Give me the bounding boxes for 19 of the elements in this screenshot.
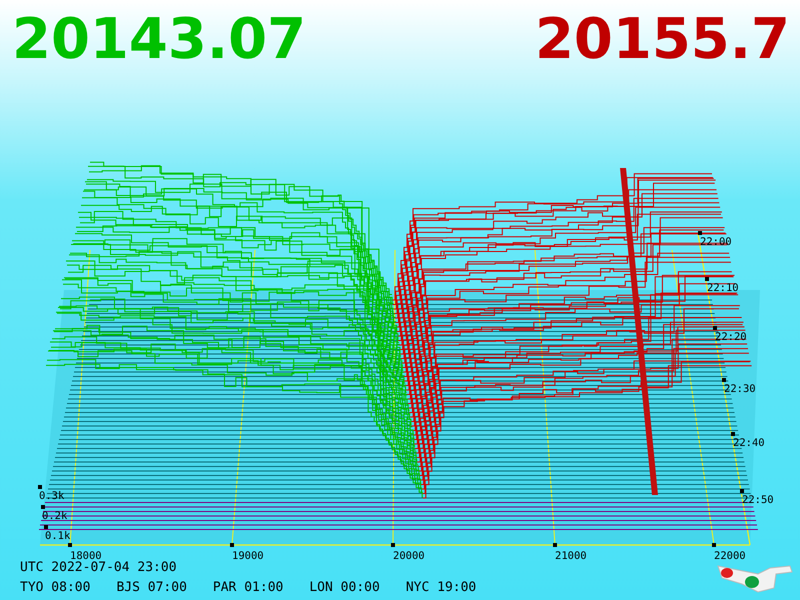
price-axis-label: 19000 [232,550,264,562]
price-axis-label: 22000 [714,550,746,562]
bid-price: 20143.07 [12,6,306,74]
city-time: BJS 07:00 [116,580,187,595]
time-axis-label: 22:30 [724,383,756,395]
city-time: TYO 08:00 [20,580,90,595]
utc-time: UTC 2022-07-04 23:00 [20,560,178,575]
city-time: LON 00:00 [309,580,380,595]
ask-price: 20155.7 [534,6,790,74]
price-axis-label: 18000 [70,550,102,562]
price-axis-label: 20000 [393,550,425,562]
price-axis-label: 21000 [555,550,587,562]
city-time: NYC 19:00 [406,580,476,595]
time-axis-label: 22:50 [742,494,774,506]
city-time: PAR 01:00 [212,580,284,595]
time-axis-label: 22:10 [707,282,739,294]
time-axis-label: 22:40 [733,437,765,449]
volume-axis-label: 0.1k [45,530,70,542]
volume-axis-label: 0.3k [39,490,64,502]
